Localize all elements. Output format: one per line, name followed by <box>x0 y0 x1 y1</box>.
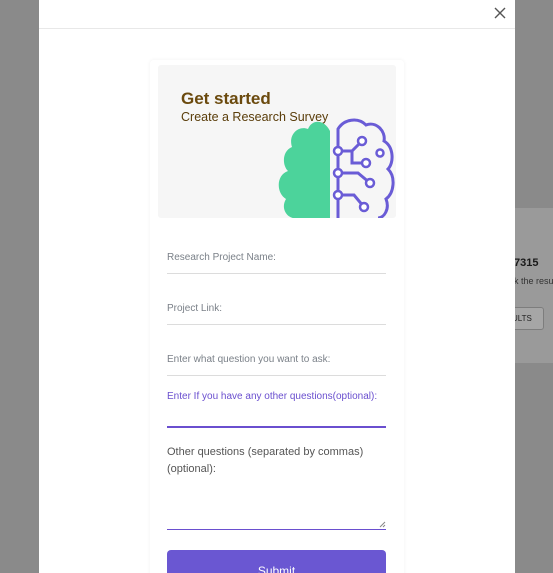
project-link-label: Project Link: <box>167 303 223 314</box>
question-label: Enter what question you want to ask: <box>167 354 331 365</box>
other-questions-textarea[interactable]: Other questions (separated by commas) (o… <box>167 444 386 530</box>
background-subtext: k the result <box>514 276 553 286</box>
question-field[interactable]: Enter what question you want to ask: <box>167 354 386 376</box>
textarea-underline <box>167 529 386 530</box>
hero-title: Get started <box>181 89 271 108</box>
close-button[interactable] <box>492 5 508 21</box>
modal-header <box>39 0 515 29</box>
submit-button[interactable]: Submit <box>167 550 386 573</box>
textarea-label: Other questions (separated by commas) (o… <box>167 446 364 475</box>
other-questions-field[interactable]: Enter If you have any other questions(op… <box>167 391 386 428</box>
close-icon <box>494 7 506 19</box>
research-project-name-field[interactable]: Research Project Name: <box>167 252 386 274</box>
project-link-field[interactable]: Project Link: <box>167 303 386 325</box>
field-underline <box>167 375 386 376</box>
field-underline <box>167 426 386 428</box>
modal-dialog: Get started Create a Research Survey Res… <box>39 0 515 573</box>
survey-form: Get started Create a Research Survey Res… <box>150 60 404 573</box>
resize-handle-icon[interactable] <box>379 521 386 528</box>
background-number: 7315 <box>514 257 539 269</box>
field-underline <box>167 273 386 274</box>
other-questions-label: Enter If you have any other questions(op… <box>167 391 378 402</box>
hero-banner: Get started Create a Research Survey <box>158 65 396 218</box>
brain-tree-icon <box>278 118 395 218</box>
field-underline <box>167 324 386 325</box>
research-project-name-label: Research Project Name: <box>167 252 276 263</box>
